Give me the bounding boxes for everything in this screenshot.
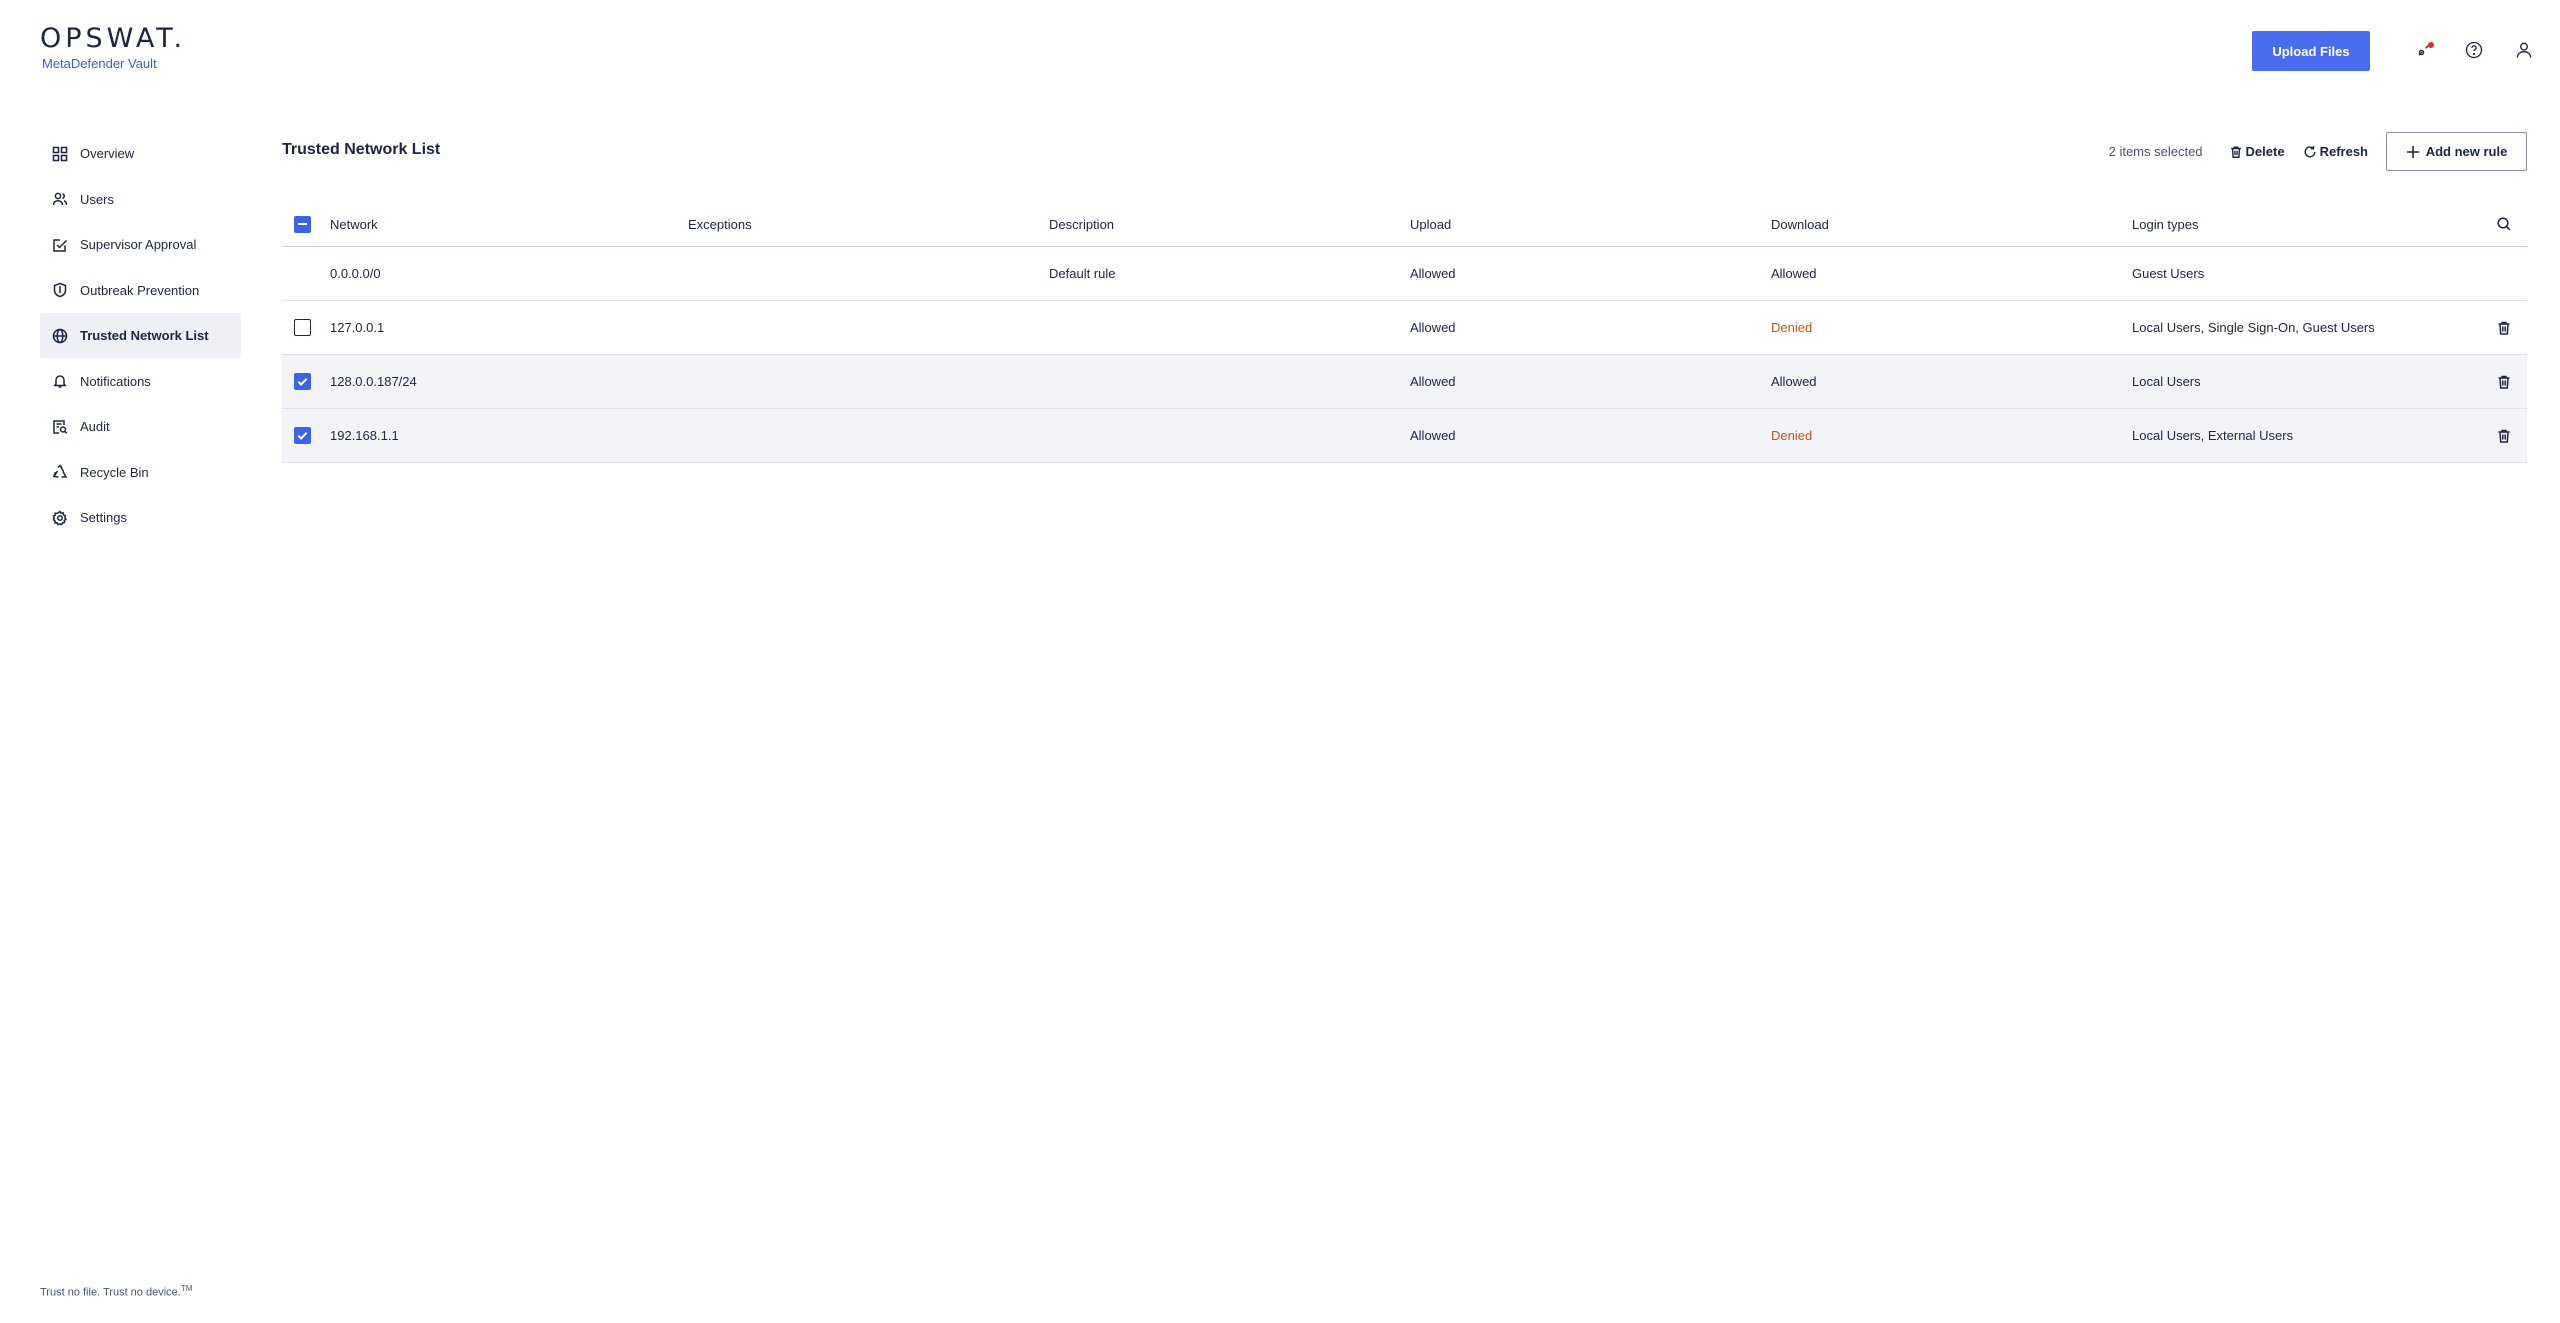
- download-cell: Allowed: [1771, 374, 1817, 389]
- brand-logo[interactable]: OPSWAT. MetaDefender Vault: [40, 24, 186, 72]
- approval-icon: [53, 238, 68, 252]
- delete-label: Delete: [2245, 144, 2285, 159]
- sidebar-item-label: Settings: [80, 510, 127, 525]
- description-cell: Default rule: [1049, 266, 1116, 281]
- column-header-exceptions[interactable]: Exceptions: [688, 202, 752, 246]
- grid-icon: [52, 146, 68, 161]
- refresh-label: Refresh: [2319, 144, 2368, 159]
- sidebar-nav: Overview Users Supervisor Approval Outbr…: [40, 131, 241, 541]
- row-checkbox-cell: [294, 355, 311, 408]
- delete-button[interactable]: Delete: [2229, 144, 2285, 159]
- sidebar-item-label: Audit: [80, 419, 110, 434]
- refresh-icon: [2304, 145, 2316, 157]
- upload-cell: Allowed: [1410, 428, 1456, 443]
- login-types-cell: Local Users, External Users: [2132, 428, 2294, 443]
- selected-count: 2 items selected: [2108, 144, 2203, 159]
- upload-cell: Allowed: [1410, 266, 1456, 281]
- table-row[interactable]: 127.0.0.1 Allowed Denied Local Users, Si…: [282, 301, 2527, 355]
- table-row[interactable]: 128.0.0.187/24 Allowed Allowed Local Use…: [282, 355, 2527, 409]
- delete-row-trash-icon[interactable]: [2496, 355, 2512, 408]
- sidebar-item-notifications[interactable]: Notifications: [40, 359, 241, 404]
- trash-icon: [2230, 145, 2241, 158]
- download-cell: Denied: [1771, 320, 1813, 335]
- sidebar-item-label: Supervisor Approval: [80, 237, 197, 252]
- upload-cell: Allowed: [1410, 320, 1456, 335]
- globe-icon: [52, 328, 68, 343]
- sidebar-item-overview[interactable]: Overview: [40, 131, 241, 176]
- upload-files-button[interactable]: Upload Files: [2252, 31, 2370, 71]
- sidebar-item-outbreak-prevention[interactable]: Outbreak Prevention: [40, 268, 241, 313]
- sidebar-item-trusted-network-list[interactable]: Trusted Network List: [40, 313, 241, 358]
- page-title: Trusted Network List: [282, 141, 441, 158]
- product-name: MetaDefender Vault: [42, 56, 157, 71]
- refresh-button[interactable]: Refresh: [2303, 144, 2368, 159]
- trademark-mark: TM: [180, 1284, 193, 1293]
- sidebar-item-label: Recycle Bin: [80, 464, 149, 480]
- sidebar-item-settings[interactable]: Settings: [40, 495, 241, 540]
- recycle-icon: [52, 464, 68, 478]
- add-new-rule-button[interactable]: Add new rule: [2386, 132, 2527, 171]
- column-header-upload[interactable]: Upload: [1410, 202, 1451, 246]
- sidebar-item-label: Overview: [80, 146, 135, 161]
- notification-bell-icon[interactable]: [2412, 38, 2436, 62]
- row-checkbox-cell: [294, 409, 311, 462]
- select-all-cell: [294, 202, 311, 246]
- login-types-cell: Local Users: [2132, 374, 2201, 389]
- sidebar-item-recycle-bin[interactable]: Recycle Bin: [40, 450, 241, 495]
- column-header-download[interactable]: Download: [1771, 202, 1829, 246]
- column-header-login-types[interactable]: Login types: [2132, 202, 2199, 246]
- logo-wordmark: OPSWAT.: [40, 23, 187, 54]
- sidebar-item-label: Outbreak Prevention: [80, 282, 200, 298]
- sidebar-item-label: Trusted Network List: [80, 328, 209, 343]
- delete-row-trash-icon[interactable]: [2496, 301, 2512, 354]
- notification-dot: [2428, 42, 2434, 48]
- table-row[interactable]: 192.168.1.1 Allowed Denied Local Users, …: [282, 409, 2527, 463]
- login-types-cell: Local Users, Single Sign-On, Guest Users: [2132, 320, 2375, 335]
- row-checkbox[interactable]: [294, 427, 311, 444]
- audit-icon: [53, 419, 68, 434]
- table-toolbar: 2 items selected Delete Refresh Add new …: [2109, 132, 2527, 171]
- table-row[interactable]: 0.0.0.0/0 Default rule Allowed Allowed G…: [282, 247, 2527, 301]
- add-label: Add new rule: [2425, 144, 2508, 159]
- tagline-text: Trust no file. Trust no device.: [40, 1286, 181, 1299]
- sidebar-item-users[interactable]: Users: [40, 177, 241, 222]
- download-cell: Denied: [1771, 428, 1813, 443]
- network-cell: 128.0.0.187/24: [330, 374, 417, 389]
- column-header-network[interactable]: Network: [330, 202, 378, 246]
- login-types-cell: Guest Users: [2132, 266, 2205, 281]
- row-checkbox[interactable]: [294, 319, 311, 336]
- row-checkbox[interactable]: [294, 373, 311, 390]
- bell-icon: [53, 375, 67, 388]
- footer-tagline: Trust no file. Trust no device.TM: [40, 1284, 192, 1299]
- network-cell: 127.0.0.1: [330, 320, 385, 335]
- sidebar-item-supervisor-approval[interactable]: Supervisor Approval: [40, 222, 241, 267]
- network-cell: 0.0.0.0/0: [330, 266, 381, 281]
- column-header-description[interactable]: Description: [1049, 202, 1114, 246]
- sidebar-item-label: Users: [80, 191, 114, 207]
- users-icon: [52, 192, 68, 206]
- sidebar-item-audit[interactable]: Audit: [40, 404, 241, 449]
- shield-icon: [53, 282, 67, 298]
- gear-icon: [52, 509, 68, 526]
- user-profile-icon[interactable]: [2512, 38, 2536, 62]
- sidebar-item-label: Notifications: [80, 373, 151, 389]
- delete-row-trash-icon[interactable]: [2496, 409, 2512, 462]
- plus-icon: [2406, 145, 2419, 158]
- select-all-checkbox[interactable]: [294, 215, 311, 233]
- network-cell: 192.168.1.1: [330, 428, 399, 443]
- row-checkbox-cell: [294, 301, 311, 354]
- trusted-network-table: Network Exceptions Description Upload Do…: [282, 202, 2527, 463]
- upload-cell: Allowed: [1410, 374, 1456, 389]
- download-cell: Allowed: [1771, 266, 1817, 281]
- search-icon[interactable]: [2496, 202, 2512, 246]
- table-header-row: Network Exceptions Description Upload Do…: [282, 202, 2527, 247]
- help-icon[interactable]: [2462, 38, 2486, 62]
